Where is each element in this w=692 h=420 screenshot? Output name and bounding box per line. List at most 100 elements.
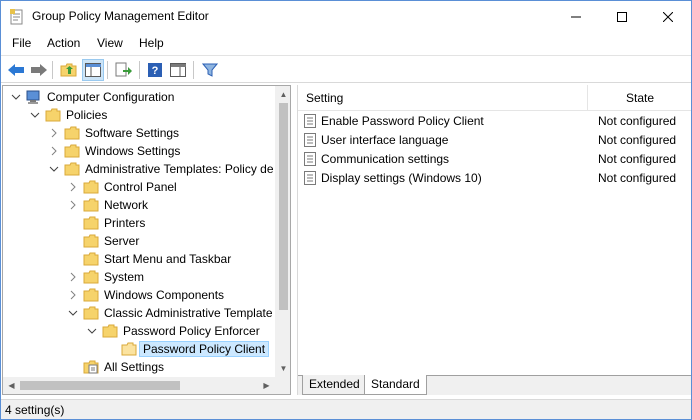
help-button[interactable]: ? xyxy=(144,59,166,81)
back-button[interactable] xyxy=(5,59,27,81)
tree-vertical-scrollbar[interactable]: ▲ ▼ xyxy=(275,86,290,377)
gpme-window: Group Policy Management Editor File Acti… xyxy=(0,0,692,420)
tree-item-administrative-templates[interactable]: Administrative Templates: Policy de xyxy=(3,160,275,178)
scroll-thumb[interactable] xyxy=(20,381,180,390)
tree-item-software-settings[interactable]: Software Settings xyxy=(3,124,275,142)
list-item[interactable]: Display settings (Windows 10) Not config… xyxy=(298,169,691,188)
policy-setting-icon xyxy=(304,152,316,166)
tab-extended[interactable]: Extended xyxy=(302,375,366,395)
chevron-down-icon[interactable] xyxy=(29,109,41,121)
list-item[interactable]: Communication settings Not configured xyxy=(298,150,691,169)
back-arrow-icon xyxy=(8,64,24,76)
export-list-button[interactable] xyxy=(113,59,135,81)
tree-item-label: Start Menu and Taskbar xyxy=(104,252,232,266)
tree-item-password-policy-client[interactable]: Password Policy Client xyxy=(3,340,275,358)
tree-item-control-panel[interactable]: Control Panel xyxy=(3,178,275,196)
scroll-thumb[interactable] xyxy=(279,103,288,310)
list-item[interactable]: User interface language Not configured xyxy=(298,131,691,150)
tree-item-label: Computer Configuration xyxy=(47,90,175,104)
scroll-down-icon[interactable]: ▼ xyxy=(275,360,290,377)
close-icon xyxy=(663,11,673,22)
status-bar: 4 setting(s) xyxy=(1,399,691,419)
chevron-right-icon[interactable] xyxy=(48,127,60,139)
tree-item-computer-configuration[interactable]: Computer Configuration xyxy=(3,88,275,106)
title-bar[interactable]: Group Policy Management Editor xyxy=(1,1,691,32)
chevron-right-icon[interactable] xyxy=(67,181,79,193)
folder-icon xyxy=(64,162,80,176)
tree-item-label: Printers xyxy=(104,216,146,230)
menu-view[interactable]: View xyxy=(97,36,123,50)
folder-icon xyxy=(83,234,99,248)
scroll-left-icon[interactable]: ◀ xyxy=(3,377,20,394)
up-one-level-button[interactable] xyxy=(58,59,80,81)
tree-horizontal-scrollbar[interactable]: ◀ ▶ xyxy=(3,377,275,394)
list-header: Setting State xyxy=(298,85,691,111)
setting-name: Display settings (Windows 10) xyxy=(321,171,482,185)
minimize-button[interactable] xyxy=(553,1,599,32)
tree-item-system[interactable]: System xyxy=(3,268,275,286)
tree-item-all-settings[interactable]: All Settings xyxy=(3,358,275,376)
scroll-right-icon[interactable]: ▶ xyxy=(258,377,275,394)
up-folder-icon xyxy=(60,63,77,77)
list-item[interactable]: Enable Password Policy Client Not config… xyxy=(298,112,691,131)
minimize-icon xyxy=(571,16,581,17)
tree-item-label: Server xyxy=(104,234,140,248)
close-button[interactable] xyxy=(645,1,691,32)
tree-item-start-menu-taskbar[interactable]: Start Menu and Taskbar xyxy=(3,250,275,268)
tree-item-printers[interactable]: Printers xyxy=(3,214,275,232)
open-folder-icon xyxy=(121,342,137,356)
tree-item-label: Windows Components xyxy=(104,288,225,302)
folder-icon xyxy=(83,198,99,212)
tree-item-windows-settings[interactable]: Windows Settings xyxy=(3,142,275,160)
tree-item-network[interactable]: Network xyxy=(3,196,275,214)
chevron-down-icon[interactable] xyxy=(86,325,98,337)
maximize-button[interactable] xyxy=(599,1,645,32)
folder-icon xyxy=(83,180,99,194)
chevron-right-icon[interactable] xyxy=(67,271,79,283)
console-tree[interactable]: Computer Configuration Policies Software… xyxy=(2,85,291,395)
chevron-down-icon[interactable] xyxy=(67,307,79,319)
column-header-state[interactable]: State xyxy=(626,91,654,105)
view-tabs: Extended Standard xyxy=(298,375,691,395)
tree-item-label: Windows Settings xyxy=(85,144,181,158)
show-action-pane-button[interactable] xyxy=(167,59,189,81)
chevron-down-icon[interactable] xyxy=(10,91,22,103)
tree-item-windows-components[interactable]: Windows Components xyxy=(3,286,275,304)
folder-icon xyxy=(83,270,99,284)
chevron-right-icon[interactable] xyxy=(67,199,79,211)
forward-button[interactable] xyxy=(28,59,50,81)
menu-help[interactable]: Help xyxy=(139,36,164,50)
chevron-down-icon[interactable] xyxy=(48,163,60,175)
tree-item-password-policy-enforcer[interactable]: Password Policy Enforcer xyxy=(3,322,275,340)
maximize-icon xyxy=(617,11,627,22)
folder-icon xyxy=(102,324,118,338)
help-icon: ? xyxy=(148,63,162,77)
scroll-up-icon[interactable]: ▲ xyxy=(275,86,290,103)
menu-file[interactable]: File xyxy=(12,36,31,50)
show-hide-tree-icon xyxy=(85,63,101,77)
tab-standard[interactable]: Standard xyxy=(364,375,427,395)
tree-item-server[interactable]: Server xyxy=(3,232,275,250)
folder-icon xyxy=(83,252,99,266)
tree-item-label: Policies xyxy=(66,108,108,122)
show-hide-tree-button[interactable] xyxy=(82,59,104,81)
tree-item-classic-administrative-templates[interactable]: Classic Administrative Template xyxy=(3,304,275,322)
tree-item-label: Classic Administrative Template xyxy=(104,306,273,320)
folder-icon xyxy=(83,306,99,320)
chevron-right-icon[interactable] xyxy=(48,145,60,157)
status-text: 4 setting(s) xyxy=(5,403,65,417)
column-header-setting[interactable]: Setting xyxy=(306,91,343,105)
filter-options-button[interactable] xyxy=(199,59,221,81)
policy-setting-icon xyxy=(304,171,316,185)
properties-pane-icon xyxy=(170,63,186,77)
setting-name: Communication settings xyxy=(321,152,450,166)
folder-icon xyxy=(83,216,99,230)
column-divider[interactable] xyxy=(587,85,588,111)
chevron-right-icon[interactable] xyxy=(67,289,79,301)
menu-action[interactable]: Action xyxy=(47,36,80,50)
setting-state: Not configured xyxy=(598,152,677,166)
tree-item-policies[interactable]: Policies xyxy=(3,106,275,124)
policy-setting-icon xyxy=(304,133,316,147)
tree-item-label: Software Settings xyxy=(85,126,180,140)
forward-arrow-icon xyxy=(31,64,47,76)
